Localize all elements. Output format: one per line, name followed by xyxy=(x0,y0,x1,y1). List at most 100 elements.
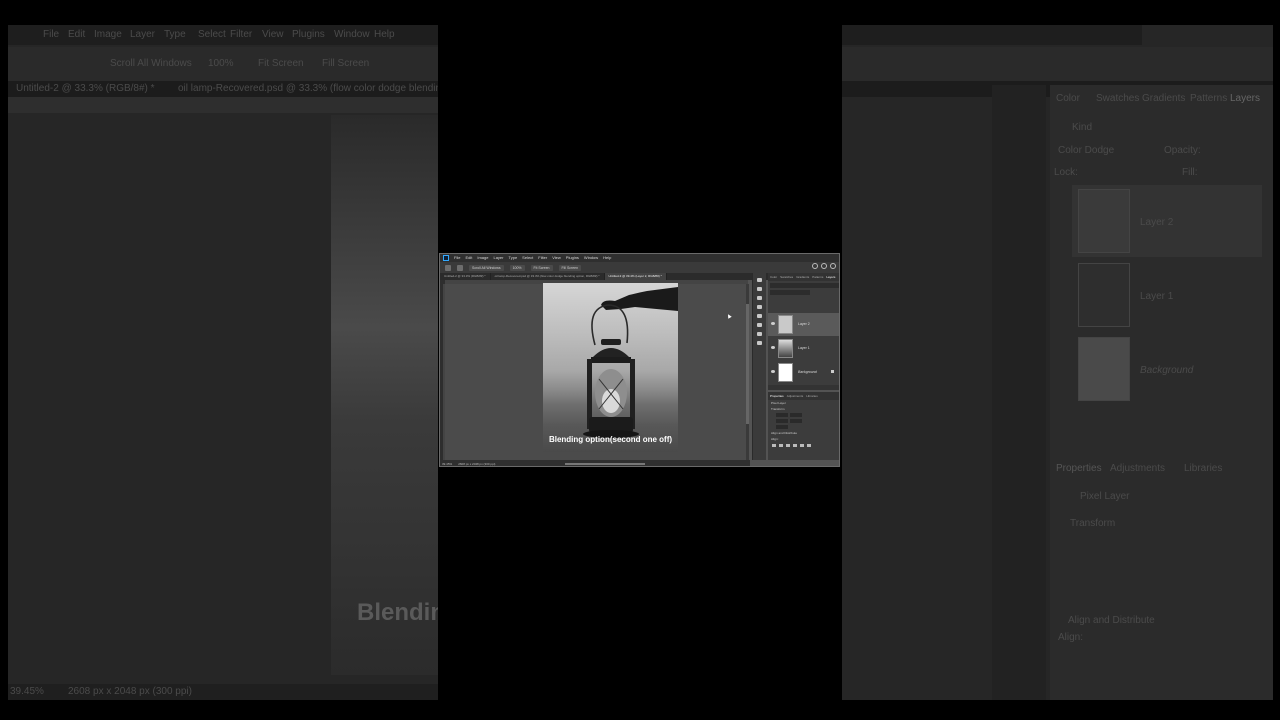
bg-options-bar: Scroll All Windows 100% Fit Screen Fill … xyxy=(8,47,438,81)
tab-swatches[interactable]: Swatches xyxy=(780,275,793,279)
bg-right-menubar xyxy=(842,25,1142,45)
properties-panel: Properties Adjustments Libraries Pixel L… xyxy=(768,392,839,460)
bg-panel-tab-patterns: Patterns xyxy=(1190,93,1228,104)
tools-icon[interactable] xyxy=(757,341,762,345)
bg-menu-filter: Filter xyxy=(230,29,253,40)
lock-icon[interactable] xyxy=(831,370,834,373)
align-right-icon[interactable] xyxy=(786,444,790,447)
menu-plugins[interactable]: Plugins xyxy=(566,254,579,262)
arm-shape xyxy=(601,287,678,311)
tab-layers[interactable]: Layers xyxy=(826,275,835,279)
menu-edit[interactable]: Edit xyxy=(465,254,472,262)
tab-gradients[interactable]: Gradients xyxy=(796,275,809,279)
layer-row-layer-1[interactable]: Layer 1 xyxy=(768,337,839,360)
info-icon[interactable] xyxy=(757,296,762,300)
lantern-photo xyxy=(583,287,678,438)
photoshop-logo-icon xyxy=(443,255,449,261)
bg-panel-blend: Color Dodge xyxy=(1058,145,1115,156)
home-icon[interactable] xyxy=(445,264,451,271)
tab-color[interactable]: Color xyxy=(770,275,777,279)
document-tabs: Untitled-2 @ 33.3% (RGB/8#) * oil lamp-R… xyxy=(440,273,770,280)
layer-row-layer-2[interactable]: Layer 2 xyxy=(768,313,839,336)
notes-icon[interactable] xyxy=(757,323,762,327)
layer-filter-input[interactable] xyxy=(770,283,839,288)
bg-right-topbar xyxy=(842,47,1273,81)
bg-canvas xyxy=(331,115,438,675)
bg-status-zoom: 39.45% xyxy=(10,686,44,697)
bg-panel-kind: Kind xyxy=(1072,122,1093,133)
search-icon[interactable] xyxy=(812,263,818,269)
bg-menu-help: Help xyxy=(374,29,395,40)
align-buttons xyxy=(768,442,839,449)
layer-name: Background xyxy=(798,370,817,374)
tab-patterns[interactable]: Patterns xyxy=(812,275,823,279)
background-app-left: File Edit Image Layer Type Select Filter… xyxy=(8,25,438,700)
status-zoom[interactable]: 39.45% xyxy=(442,462,452,466)
angle-field[interactable] xyxy=(776,425,788,429)
layer-row-background[interactable]: Background xyxy=(768,361,839,384)
scroll-all-windows-checkbox[interactable]: Scroll All Windows xyxy=(469,264,504,271)
comments-icon[interactable] xyxy=(757,287,762,291)
tab-oil-lamp[interactable]: oil lamp-Recovered.psd @ 33.3% (flow col… xyxy=(491,273,605,280)
workspace-icon[interactable] xyxy=(830,263,836,269)
layer-thumbnail xyxy=(778,339,793,358)
bg-props-tab: Properties xyxy=(1056,463,1102,474)
bg-panel-tab-gradients: Gradients xyxy=(1142,93,1186,104)
visibility-eye-icon[interactable] xyxy=(771,370,775,373)
tab-adjustments[interactable]: Adjustments xyxy=(787,394,804,398)
blend-mode-select[interactable] xyxy=(770,290,810,295)
bg-menu-select: Select xyxy=(198,29,226,40)
align-bottom-icon[interactable] xyxy=(807,444,811,447)
height-field[interactable] xyxy=(790,413,802,417)
bg-layer-thumb-bg xyxy=(1078,337,1130,401)
tab-properties[interactable]: Properties xyxy=(770,394,784,398)
bg-menu-type: Type xyxy=(164,29,186,40)
zoom-100-button[interactable]: 100% xyxy=(509,264,525,271)
align-center-icon[interactable] xyxy=(779,444,783,447)
bg-panel-tab-swatches: Swatches xyxy=(1096,93,1140,104)
scroll-thumb[interactable] xyxy=(746,304,749,424)
visibility-eye-icon[interactable] xyxy=(771,322,775,325)
vertical-scrollbar[interactable] xyxy=(746,284,749,460)
bg-menu-edit: Edit xyxy=(68,29,86,40)
menu-type[interactable]: Type xyxy=(509,254,518,262)
tab-libraries[interactable]: Libraries xyxy=(806,394,818,398)
fill-screen-button[interactable]: Fill Screen xyxy=(558,264,582,271)
options-bar: Scroll All Windows 100% Fit Screen Fill … xyxy=(440,262,839,273)
menu-select[interactable]: Select xyxy=(522,254,533,262)
panel-icon-strip xyxy=(752,273,766,460)
document-canvas[interactable]: Blending option(second one off) xyxy=(543,283,678,452)
menu-help[interactable]: Help xyxy=(603,254,611,262)
align-middle-icon[interactable] xyxy=(800,444,804,447)
menu-filter[interactable]: Filter xyxy=(538,254,547,262)
layer-comp-icon[interactable] xyxy=(757,332,762,336)
menu-image[interactable]: Image xyxy=(477,254,488,262)
layers-footer-icons[interactable] xyxy=(768,385,839,390)
help-icon[interactable] xyxy=(821,263,827,269)
hand-tool-icon[interactable] xyxy=(457,264,463,271)
menu-layer[interactable]: Layer xyxy=(493,254,503,262)
horizontal-scrollbar[interactable] xyxy=(565,463,645,465)
y-field[interactable] xyxy=(790,419,802,423)
menu-window[interactable]: Window xyxy=(584,254,598,262)
width-field[interactable] xyxy=(776,413,788,417)
bg-fit-screen: Fit Screen xyxy=(258,58,304,69)
bg-scroll-all: Scroll All Windows xyxy=(110,58,192,69)
menu-file[interactable]: File xyxy=(454,254,460,262)
x-field[interactable] xyxy=(776,419,788,423)
layers-panel: Color Swatches Gradients Patterns Layers… xyxy=(768,273,839,390)
align-left-icon[interactable] xyxy=(772,444,776,447)
bg-tab-1: Untitled-2 @ 33.3% (RGB/8#) * xyxy=(16,83,155,94)
adjust-icon[interactable] xyxy=(757,314,762,318)
fit-screen-button[interactable]: Fit Screen xyxy=(530,264,553,271)
tab-untitled-3[interactable]: Untitled-3 @ 39.4% (Layer 2, RGB/8#) * xyxy=(604,273,667,280)
tab-untitled-2[interactable]: Untitled-2 @ 33.3% (RGB/8#) * xyxy=(440,273,491,280)
align-top-icon[interactable] xyxy=(793,444,797,447)
brush-icon[interactable] xyxy=(757,305,762,309)
photoshop-window[interactable]: File Edit Image Layer Type Select Filter… xyxy=(439,253,840,467)
menu-view[interactable]: View xyxy=(552,254,561,262)
bg-align-sub: Align: xyxy=(1058,632,1084,643)
visibility-eye-icon[interactable] xyxy=(771,346,775,349)
history-icon[interactable] xyxy=(757,278,762,282)
properties-tabs: Properties Adjustments Libraries xyxy=(768,392,839,400)
